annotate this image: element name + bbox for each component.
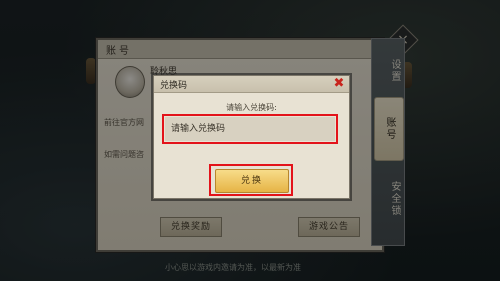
dialog-title: 兑换码 xyxy=(160,81,188,91)
close-icon[interactable]: ✖ xyxy=(332,77,346,91)
redeem-button[interactable]: 兑换 xyxy=(215,169,289,193)
redeem-code-dialog: 兑换码 ✖ 请输入兑换码: 兑换 xyxy=(153,75,350,199)
redeem-code-input[interactable] xyxy=(162,114,338,144)
dialog-header: 兑换码 ✖ xyxy=(154,76,349,93)
confirm-highlight: 兑换 xyxy=(209,164,293,196)
redeem-prompt: 请输入兑换码: xyxy=(226,103,277,112)
